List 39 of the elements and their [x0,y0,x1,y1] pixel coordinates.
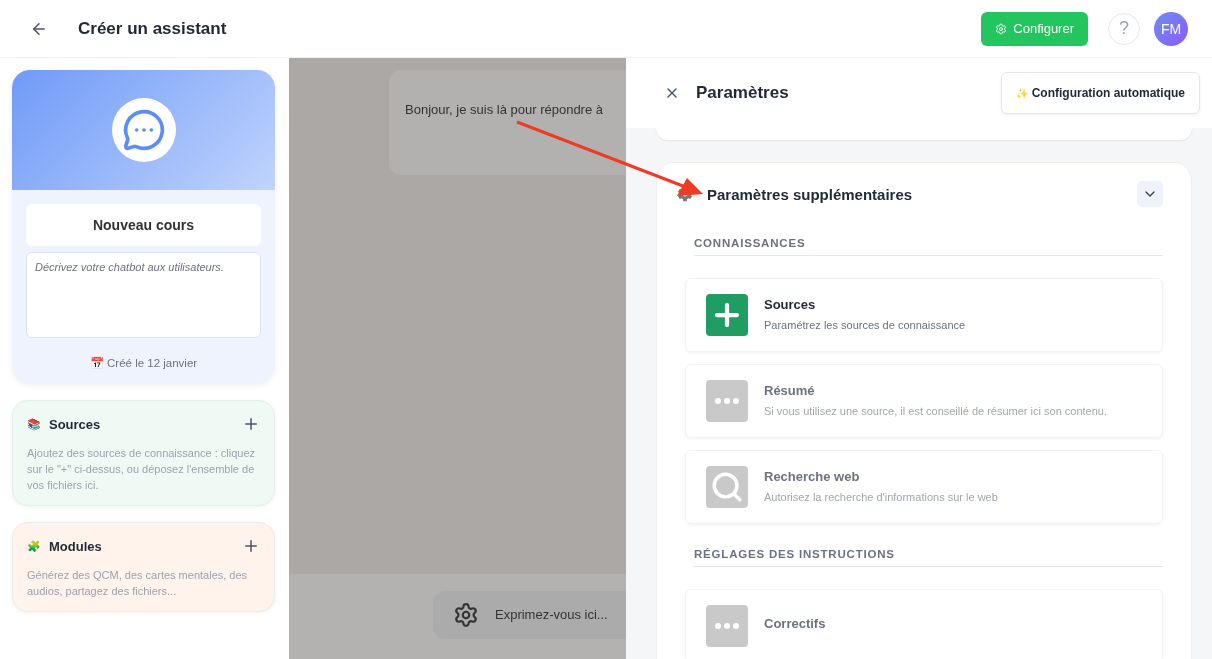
description-field[interactable]: Décrivez votre chatbot aux utilisateurs. [26,252,261,338]
emoji-icon: 📚 [27,417,41,431]
input-placeholder: Exprimez-vous ici... [495,607,608,622]
settings-item[interactable]: Recherche web Autorisez la recherche d'informations sur le web [685,450,1163,524]
panel-title: Paramètres [696,83,790,103]
item-subtitle: Autorisez la recherche d'informations sur le web [764,489,998,505]
item-title: Recherche web [764,468,861,484]
dots-icon [715,398,739,404]
item-title: Correctifs [764,616,826,631]
section-title: Paramètres supplémentaires [707,185,914,203]
group-heading: CONNAISSANCES [694,237,1163,256]
help-button[interactable]: ? [1108,12,1140,45]
card-title: Sources [49,416,102,432]
card-description: Ajoutez des sources de connaissance : cliquez sur le "+" ci-dessus, ou déposez l'ensemble de vos fichiers ici. [27,446,257,493]
page-title: Créer un assistant [78,18,228,39]
item-title: Sources [764,296,817,312]
add-icon[interactable] [242,537,260,555]
group-heading: RÉGLAGES DES INSTRUCTIONS [694,548,1163,567]
gear-icon [453,601,479,628]
settings-item[interactable]: Résumé Si vous utilisez une source, il est conseillé de résumer ici son contenu. [685,364,1163,438]
settings-item[interactable]: Sources Paramétrez les sources de connaissance [685,278,1163,352]
sparkle-icon: ✨ [1015,87,1028,99]
auto-config-button[interactable]: ✨ Configuration automatique [1000,72,1200,114]
card-description: Générez des QCM, des cartes mentales, des audios, partagez des fichiers... [27,568,249,599]
user-avatar[interactable]: FM [1154,11,1188,46]
chevron-icon[interactable] [1137,181,1163,207]
emoji-icon: 🧩 [27,539,41,553]
card-title: Modules [49,538,103,554]
chat-message: Bonjour, je suis là pour répondre à [389,70,626,175]
chat-input-field[interactable]: Exprimez-vous ici... [433,590,626,639]
item-subtitle: Si vous utilisez une source, il est conseillé de résumer ici son contenu. [764,403,1107,419]
item-title: Résumé [764,382,816,398]
creation-date: 📅 Créé le 12 janvier [88,356,199,370]
settings-item[interactable]: Correctifs [685,589,1163,659]
dots-icon [715,623,739,629]
gear-icon [995,22,1008,35]
add-icon[interactable] [242,415,260,433]
item-subtitle: Paramétrez les sources de connaissance [764,317,966,333]
assistant-name-field[interactable]: Nouveau cours [26,204,261,246]
